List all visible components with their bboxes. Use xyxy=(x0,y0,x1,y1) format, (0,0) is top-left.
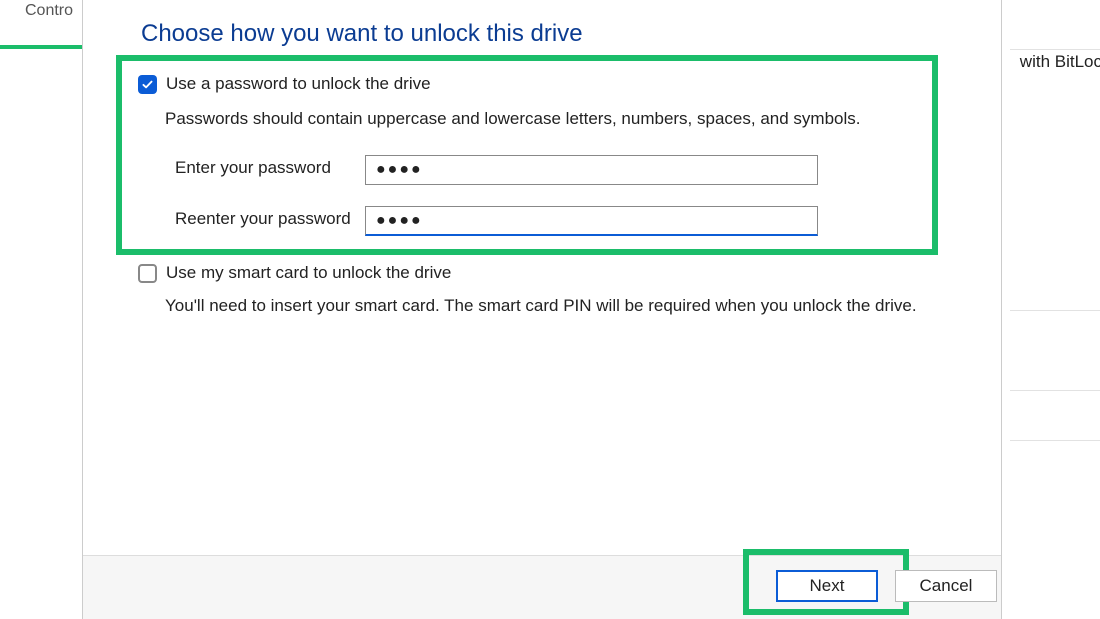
background-divider xyxy=(1010,390,1100,391)
use-smartcard-label: Use my smart card to unlock the drive xyxy=(166,263,451,283)
enter-password-value: ●●●● xyxy=(376,161,423,179)
password-description: Passwords should contain uppercase and l… xyxy=(165,109,860,129)
background-control-panel-text: Contro xyxy=(25,2,73,20)
dialog-title: Choose how you want to unlock this drive xyxy=(141,20,583,48)
use-password-checkbox[interactable] xyxy=(138,75,157,94)
enter-password-label: Enter your password xyxy=(175,158,365,178)
next-button-label: Next xyxy=(810,576,845,596)
cancel-button-label: Cancel xyxy=(920,576,973,596)
bitlocker-unlock-dialog: Choose how you want to unlock this drive… xyxy=(82,0,1002,619)
smartcard-description: You'll need to insert your smart card. T… xyxy=(165,296,917,316)
reenter-password-label: Reenter your password xyxy=(175,209,365,229)
use-password-label: Use a password to unlock the drive xyxy=(166,74,431,94)
background-divider xyxy=(1010,440,1100,441)
reenter-password-value: ●●●● xyxy=(376,212,423,230)
cancel-button[interactable]: Cancel xyxy=(895,570,997,602)
background-divider xyxy=(1010,310,1100,311)
enter-password-row: Enter your password xyxy=(175,158,365,178)
background-divider xyxy=(1010,49,1100,50)
background-bitlocker-text: with BitLoc xyxy=(1020,52,1100,72)
use-smartcard-option[interactable]: Use my smart card to unlock the drive xyxy=(138,263,451,283)
next-button[interactable]: Next xyxy=(776,570,878,602)
reenter-password-row: Reenter your password xyxy=(175,209,365,229)
reenter-password-input[interactable]: ●●●● xyxy=(365,206,818,236)
use-password-option[interactable]: Use a password to unlock the drive xyxy=(138,74,431,94)
use-smartcard-checkbox[interactable] xyxy=(138,264,157,283)
checkmark-icon xyxy=(141,78,154,91)
enter-password-input[interactable]: ●●●● xyxy=(365,155,818,185)
